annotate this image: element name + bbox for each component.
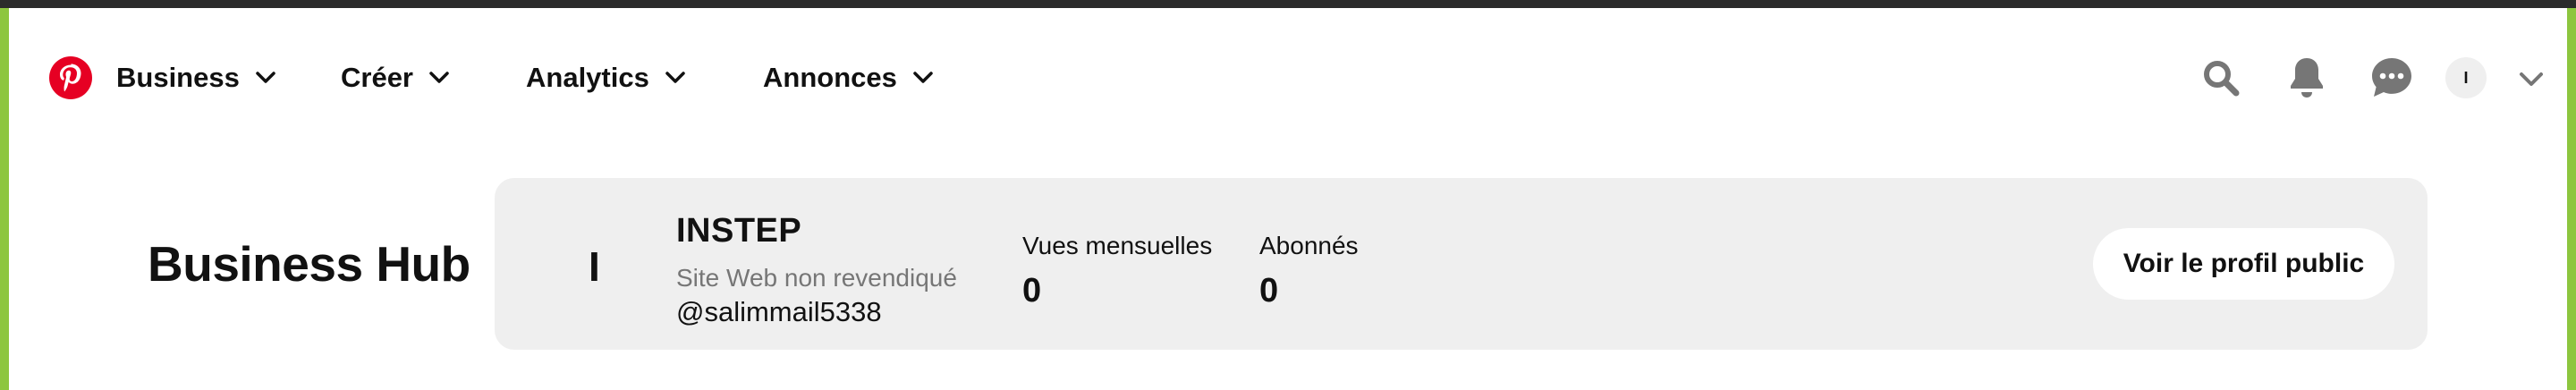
nav-menu-annonces[interactable]: Annonces bbox=[763, 60, 933, 96]
notifications-button[interactable] bbox=[2282, 53, 2332, 103]
top-border bbox=[0, 0, 2576, 8]
page-title: Business Hub bbox=[148, 236, 470, 292]
profile-handle: @salimmail5338 bbox=[676, 296, 882, 327]
chevron-down-icon bbox=[429, 72, 449, 83]
nav-menu-business-label: Business bbox=[116, 62, 240, 93]
profile-avatar[interactable]: I bbox=[589, 242, 600, 291]
profile-name: INSTEP bbox=[676, 212, 802, 250]
profile-summary-card: I INSTEP Site Web non revendiqué @salimm… bbox=[495, 178, 2428, 350]
account-avatar-initial: I bbox=[2463, 68, 2469, 87]
nav-menu-analytics[interactable]: Analytics bbox=[526, 60, 685, 96]
followers-label: Abonnés bbox=[1259, 232, 1359, 259]
search-button[interactable] bbox=[2196, 53, 2246, 103]
accounts-chevron-down-icon[interactable] bbox=[2519, 72, 2544, 88]
monthly-views-label: Vues mensuelles bbox=[1022, 232, 1213, 259]
chevron-down-icon bbox=[256, 72, 275, 83]
account-avatar[interactable]: I bbox=[2445, 57, 2487, 98]
website-status: Site Web non revendiqué bbox=[676, 264, 957, 292]
nav-menu-analytics-label: Analytics bbox=[526, 62, 649, 93]
bell-icon bbox=[2291, 58, 2323, 98]
nav-menu-business[interactable]: Business bbox=[116, 60, 275, 96]
business-page: Business Créer Analytics Annonces I Busi… bbox=[9, 8, 2567, 390]
monthly-views-value: 0 bbox=[1022, 272, 1042, 309]
followers-value: 0 bbox=[1259, 272, 1279, 309]
chevron-down-icon bbox=[913, 72, 933, 83]
pinterest-logo-icon[interactable] bbox=[49, 56, 92, 99]
nav-menu-creer-label: Créer bbox=[341, 62, 413, 93]
nav-menu-annonces-label: Annonces bbox=[763, 62, 897, 93]
messages-button[interactable] bbox=[2367, 53, 2417, 103]
top-navigation: Business Créer Analytics Annonces I bbox=[9, 8, 2567, 151]
messages-icon bbox=[2372, 58, 2411, 97]
view-public-profile-button[interactable]: Voir le profil public bbox=[2093, 228, 2394, 300]
search-icon bbox=[2204, 61, 2240, 97]
nav-menu-creer[interactable]: Créer bbox=[341, 60, 449, 96]
chevron-down-icon bbox=[665, 72, 685, 83]
